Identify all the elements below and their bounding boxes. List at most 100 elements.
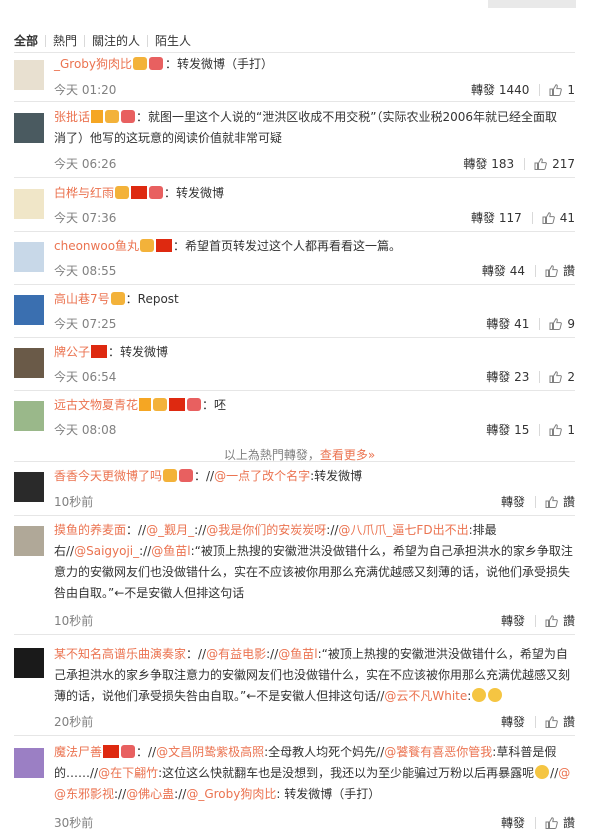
timestamp: 10秒前 xyxy=(54,495,94,509)
avatar[interactable] xyxy=(14,472,44,502)
text-segment: : 转发微博（手打） xyxy=(276,787,381,801)
text-segment: :草科普是假 xyxy=(492,745,557,759)
flag-icon xyxy=(156,239,173,252)
like-thumb-icon[interactable] xyxy=(545,495,558,508)
comment-text: ：呸 xyxy=(202,398,227,412)
comment-actions: 轉發 讚 xyxy=(501,713,575,730)
repost-label[interactable]: 轉發 xyxy=(501,612,525,629)
avatar[interactable] xyxy=(14,113,44,143)
repost-count: 1440 xyxy=(498,82,530,97)
tab-following[interactable]: 關注的人 xyxy=(84,35,147,47)
like-count: 9 xyxy=(567,316,575,331)
mention-link[interactable]: @Saigyoji_ xyxy=(74,544,139,558)
username[interactable]: 远古文物夏青花 xyxy=(54,398,138,412)
divider xyxy=(14,390,575,391)
like-count: 217 xyxy=(552,156,575,171)
repost-label[interactable]: 轉發 xyxy=(463,155,487,172)
like-thumb-icon[interactable] xyxy=(545,816,558,829)
username[interactable]: 某不知名高谱乐曲演奏家 xyxy=(54,647,186,661)
mention-link[interactable]: @佛心蛊 xyxy=(126,787,174,801)
like-count: 2 xyxy=(567,369,575,384)
repost-label[interactable]: 轉發 xyxy=(486,421,510,438)
mention-link[interactable]: @八爪爪_逼七FD出不出 xyxy=(338,523,468,537)
comment-item: 牌公子 ：转发微博 今天 06:54 轉發 23 2 xyxy=(14,345,575,388)
username[interactable]: 摸鱼的养麦面 xyxy=(54,523,126,537)
tab-hot[interactable]: 熱門 xyxy=(45,35,84,47)
text-segment: 右// xyxy=(54,544,75,558)
like-thumb-icon[interactable] xyxy=(542,211,555,224)
mention-link[interactable]: @_Groby狗肉比 xyxy=(186,787,276,801)
comment-item: 白桦与红雨 ：转发微博 今天 07:36 轉發 117 41 xyxy=(14,186,575,229)
mention-link[interactable]: @鱼苗l xyxy=(151,544,190,558)
divider xyxy=(14,515,575,516)
avatar[interactable] xyxy=(14,60,44,90)
username[interactable]: cheonwoo鱼丸 xyxy=(54,239,139,253)
comment-item: 某不知名高谱乐曲演奏家：//@有益电影://@鱼苗l:“被顶上热搜的安徽泄洪没做… xyxy=(14,647,575,730)
username[interactable]: 牌公子 xyxy=(54,345,90,359)
username[interactable]: 高山巷7号 xyxy=(54,292,110,306)
mention-link[interactable]: @云不凡White xyxy=(384,689,467,703)
repost-count: 183 xyxy=(491,156,515,171)
fan-badge-icon xyxy=(179,469,194,482)
repost-label[interactable]: 轉發 xyxy=(501,493,525,510)
comment-item: cheonwoo鱼丸 ：希望首页转发过这个人都再看看这一篇。 今天 08:55 轉… xyxy=(14,239,575,282)
avatar[interactable] xyxy=(14,748,44,778)
like-thumb-icon[interactable] xyxy=(534,157,547,170)
divider xyxy=(14,284,575,285)
repost-label[interactable]: 轉發 xyxy=(486,368,510,385)
member-badge-icon xyxy=(110,292,125,305)
avatar[interactable] xyxy=(14,401,44,431)
username[interactable]: 白桦与红雨 xyxy=(54,186,114,200)
view-more-link[interactable]: 查看更多» xyxy=(320,448,375,462)
timestamp: 今天 06:54 xyxy=(54,370,117,384)
divider xyxy=(14,337,575,338)
repost-label[interactable]: 轉發 xyxy=(501,814,525,831)
mention-link[interactable]: @文昌阴鸷紫极高照 xyxy=(156,745,264,759)
mention-link[interactable]: @我是你们的安炭炭呀 xyxy=(206,523,326,537)
mention-link[interactable]: @在下翩竹 xyxy=(98,766,158,780)
like-thumb-icon[interactable] xyxy=(545,715,558,728)
comment-item: 摸鱼的养麦面：//@_觐月_://@我是你们的安炭炭呀://@八爪爪_逼七FD出… xyxy=(14,523,575,629)
comment-item: 远古文物夏青花 ：呸 今天 08:08 轉發 15 1 xyxy=(14,398,575,441)
tab-all[interactable]: 全部 xyxy=(14,35,45,47)
verified-v-icon xyxy=(91,110,104,123)
divider xyxy=(14,231,575,232)
username[interactable]: 香香今天更微博了吗 xyxy=(54,469,162,483)
username[interactable]: 魔法尸善 xyxy=(54,745,102,759)
like-thumb-icon[interactable] xyxy=(549,423,563,436)
like-thumb-icon[interactable] xyxy=(549,83,563,96)
text-segment: 排最 xyxy=(472,523,497,537)
username[interactable]: _Groby狗肉比 xyxy=(54,57,132,71)
like-thumb-icon[interactable] xyxy=(545,264,558,277)
like-thumb-icon[interactable] xyxy=(549,370,563,383)
repost-label[interactable]: 轉發 xyxy=(471,81,495,98)
timestamp: 今天 08:55 xyxy=(54,264,117,278)
mention-link[interactable]: @饕餮有喜恶你管我 xyxy=(384,745,492,759)
scroll-rail[interactable] xyxy=(488,0,576,8)
mention-link[interactable]: @一点了改个名字 xyxy=(214,469,310,483)
comment-actions: 轉發 41 9 xyxy=(486,315,575,332)
member-badge-icon xyxy=(133,57,148,70)
mention-link[interactable]: @东邪影视 xyxy=(54,787,114,801)
mention-link[interactable]: @鱼苗l xyxy=(278,647,317,661)
repost-label[interactable]: 轉發 xyxy=(471,209,495,226)
avatar[interactable] xyxy=(14,648,44,678)
tab-strangers[interactable]: 陌生人 xyxy=(147,35,198,47)
flag-icon xyxy=(91,345,108,358)
avatar[interactable] xyxy=(14,295,44,325)
mention-link[interactable]: @有益电影 xyxy=(206,647,266,661)
mention-link[interactable]: @_觐月_ xyxy=(146,523,194,537)
like-thumb-icon[interactable] xyxy=(549,317,563,330)
repost-label[interactable]: 轉發 xyxy=(486,315,510,332)
repost-label[interactable]: 轉發 xyxy=(482,262,506,279)
avatar[interactable] xyxy=(14,348,44,378)
timestamp: 20秒前 xyxy=(54,715,94,729)
repost-count: 117 xyxy=(498,210,522,225)
avatar[interactable] xyxy=(14,189,44,219)
avatar[interactable] xyxy=(14,526,44,556)
avatar[interactable] xyxy=(14,242,44,272)
like-thumb-icon[interactable] xyxy=(545,614,558,627)
repost-label[interactable]: 轉發 xyxy=(501,713,525,730)
username[interactable]: 张批话 xyxy=(54,110,90,124)
divider xyxy=(14,52,575,53)
